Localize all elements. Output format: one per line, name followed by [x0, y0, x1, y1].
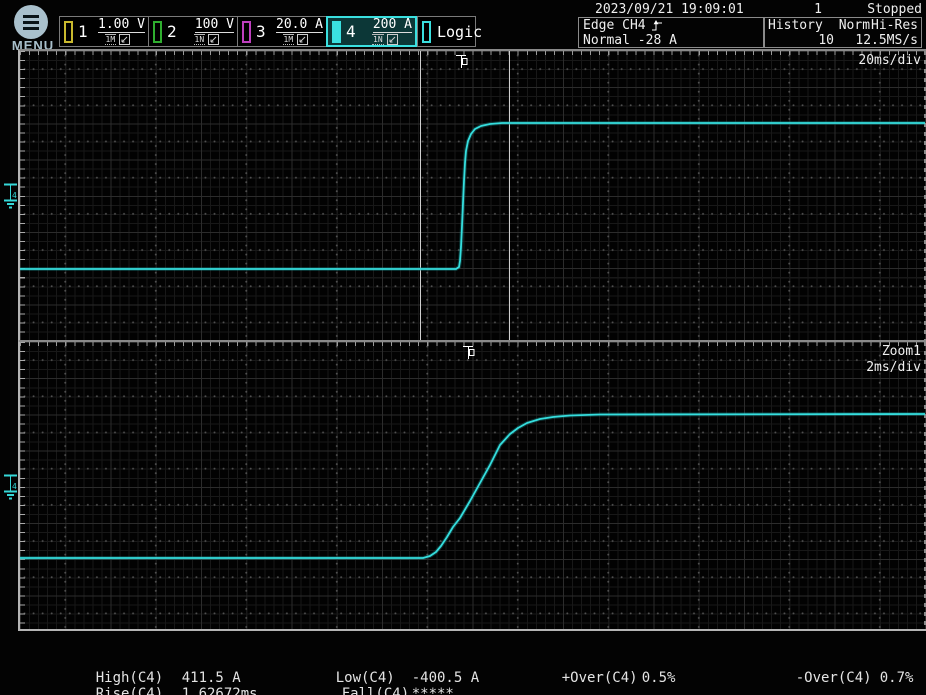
measurement-fall: Fall(C4)*****: [302, 670, 454, 695]
probe-icon: [297, 34, 308, 45]
trigger-settings-box[interactable]: Edge CH4 Normal -28 A: [578, 17, 764, 48]
measurement-nover: -Over(C4)0.7%: [762, 654, 913, 695]
trigger-position-marker[interactable]: [453, 53, 469, 70]
probe-icon: [208, 34, 219, 45]
zoom-waveform-window[interactable]: Zoom1 2ms/div: [18, 341, 926, 631]
logic-color-swatch: [422, 21, 431, 43]
channel-4-number: 4: [346, 22, 356, 41]
menu-button[interactable]: MENU: [10, 4, 62, 48]
rising-edge-icon: [651, 19, 663, 32]
channel-2-scale: 100 V: [195, 18, 234, 33]
channel-3-button[interactable]: 3 20.0 A 1M: [237, 16, 327, 47]
history-acquisition-box[interactable]: History Norm Hi-Res 10 12.5MS/s: [764, 17, 922, 48]
channel-4-impedance: 1N: [372, 34, 384, 45]
datetime: 2023/09/21 19:09:01: [595, 2, 744, 17]
svg-text:4: 4: [12, 482, 17, 491]
logic-button[interactable]: Logic: [417, 16, 476, 47]
channel-2-impedance: 1N: [194, 34, 206, 45]
acquisition-count: 1: [740, 2, 822, 17]
channel-4-color-swatch: [332, 21, 341, 43]
main-trace: [20, 51, 925, 340]
measurement-pover: +Over(C4)0.5%: [528, 654, 675, 695]
zoom-trigger-position-marker[interactable]: [460, 344, 476, 361]
history-value: 10: [768, 33, 834, 48]
channel-2-number: 2: [167, 22, 177, 41]
history-label: History: [768, 18, 834, 33]
acq-resolution: Hi-Res: [871, 18, 918, 33]
channel-3-scale: 20.0 A: [276, 18, 323, 33]
channel-1-number: 1: [78, 22, 88, 41]
channel-1-button[interactable]: 1 1.00 V 1M: [59, 16, 149, 47]
trigger-type-source: Edge CH4: [583, 18, 646, 33]
channel-1-color-swatch: [64, 21, 73, 43]
probe-icon: [387, 34, 398, 45]
channel-3-color-swatch: [242, 21, 251, 43]
main-waveform-window[interactable]: 20ms/div: [18, 49, 926, 341]
sample-rate: 12.5MS/s: [834, 33, 918, 48]
channel-1-scale: 1.00 V: [98, 18, 145, 33]
channel-4-button[interactable]: 4 200 A 1N: [326, 16, 417, 47]
trigger-mode-level: Normal -28 A: [583, 33, 763, 48]
channel-2-button[interactable]: 2 100 V 1N: [148, 16, 238, 47]
channel-1-impedance: 1M: [105, 34, 117, 45]
channel-3-impedance: 1M: [283, 34, 295, 45]
main-timebase-label: 20ms/div: [858, 53, 921, 69]
acq-mode: Norm: [839, 18, 870, 33]
measurement-rise: Rise(C4)1.62672ms: [62, 670, 258, 695]
zoom-timebase-label: 2ms/div: [866, 360, 921, 376]
zoom-title: Zoom1: [882, 344, 921, 360]
run-state: Stopped: [867, 2, 922, 17]
oscilloscope-screen: MENU 1 1.00 V 1M 2 100 V 1N 3 20.0 A: [0, 0, 926, 695]
channel-4-scale: 200 A: [373, 18, 412, 33]
channel-2-color-swatch: [153, 21, 162, 43]
channel-4-ground-marker-zoom[interactable]: 4: [1, 473, 21, 501]
hamburger-icon: [14, 5, 48, 39]
logic-label: Logic: [437, 23, 482, 41]
channel-3-number: 3: [256, 22, 266, 41]
svg-text:4: 4: [12, 191, 17, 200]
probe-icon: [119, 34, 130, 45]
zoom-trace: [20, 342, 925, 631]
channel-4-ground-marker-main[interactable]: 4: [1, 182, 21, 210]
